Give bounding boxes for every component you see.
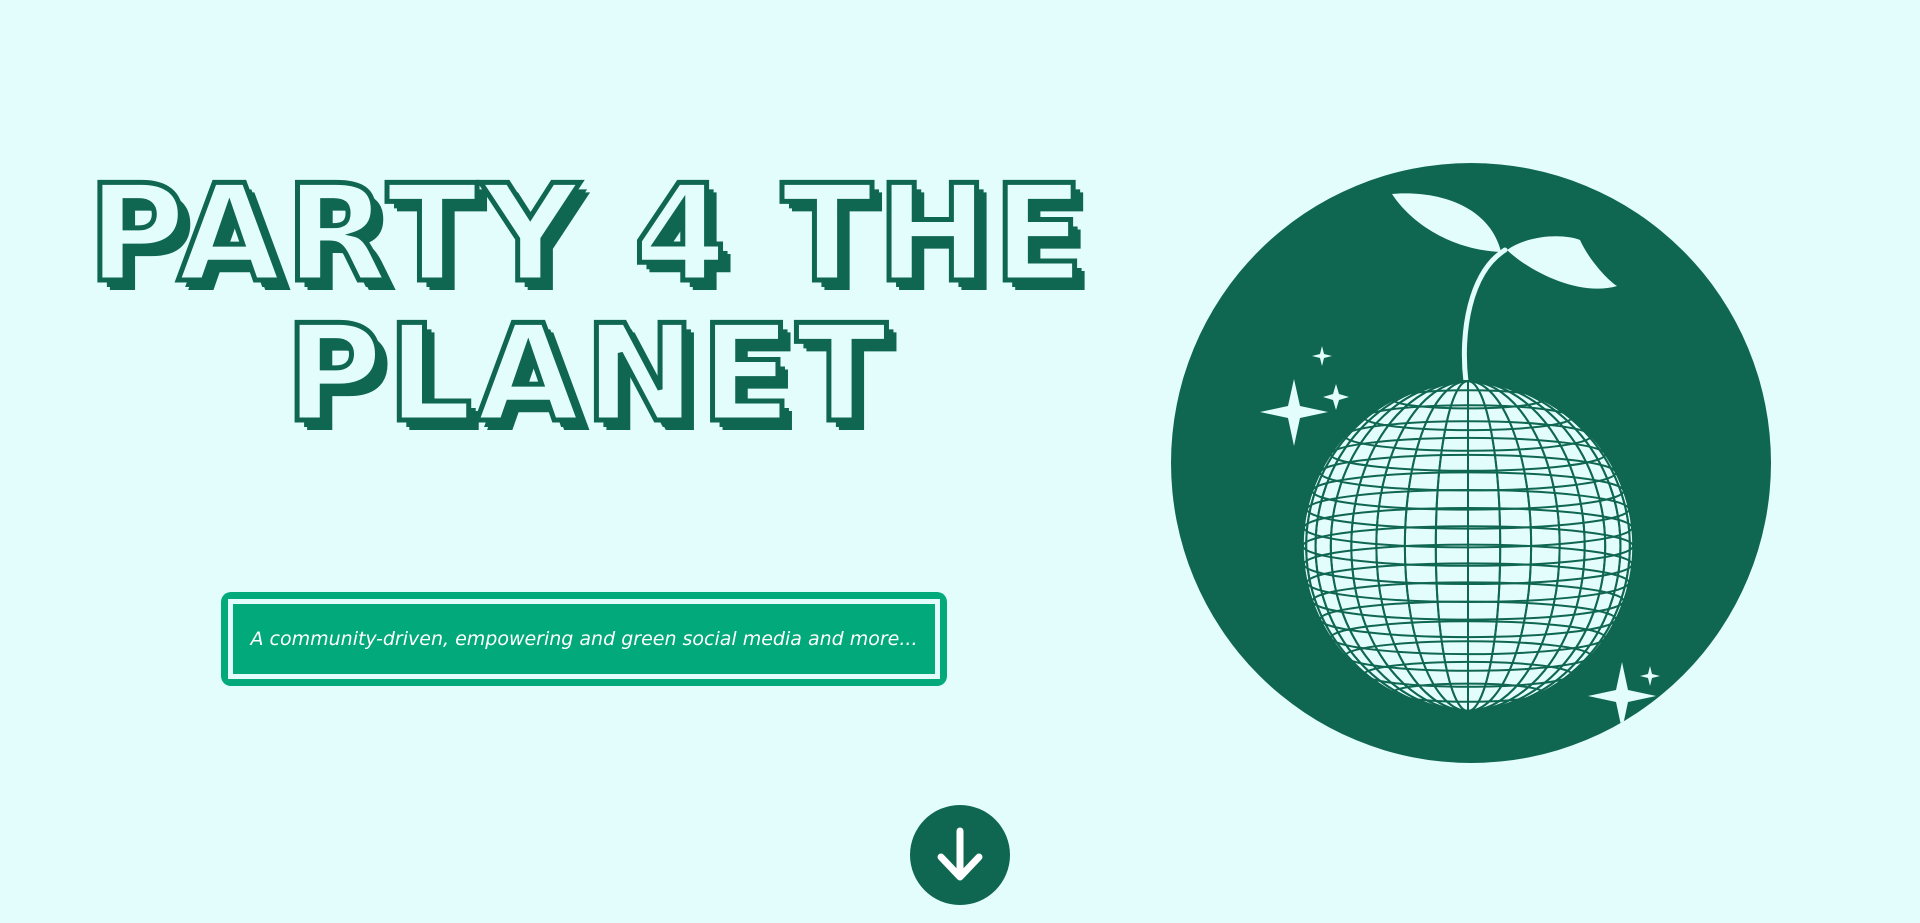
tagline-text: A community-driven, empowering and green… bbox=[250, 628, 918, 650]
hero-illustration bbox=[1170, 162, 1772, 764]
hero-title-line-2: PLANET bbox=[282, 296, 892, 452]
tagline-banner: A community-driven, empowering and green… bbox=[221, 592, 947, 686]
disco-ball-sprout-icon bbox=[1171, 163, 1771, 763]
hero-title: PARTY 4 THE PLANET bbox=[18, 156, 1158, 452]
tagline-frame: A community-driven, empowering and green… bbox=[228, 599, 940, 679]
disco-ball bbox=[1302, 380, 1634, 712]
arrow-down-icon bbox=[937, 827, 983, 881]
hero-title-line-1: PARTY 4 THE bbox=[85, 156, 1089, 312]
scroll-down-button[interactable] bbox=[910, 805, 1010, 905]
